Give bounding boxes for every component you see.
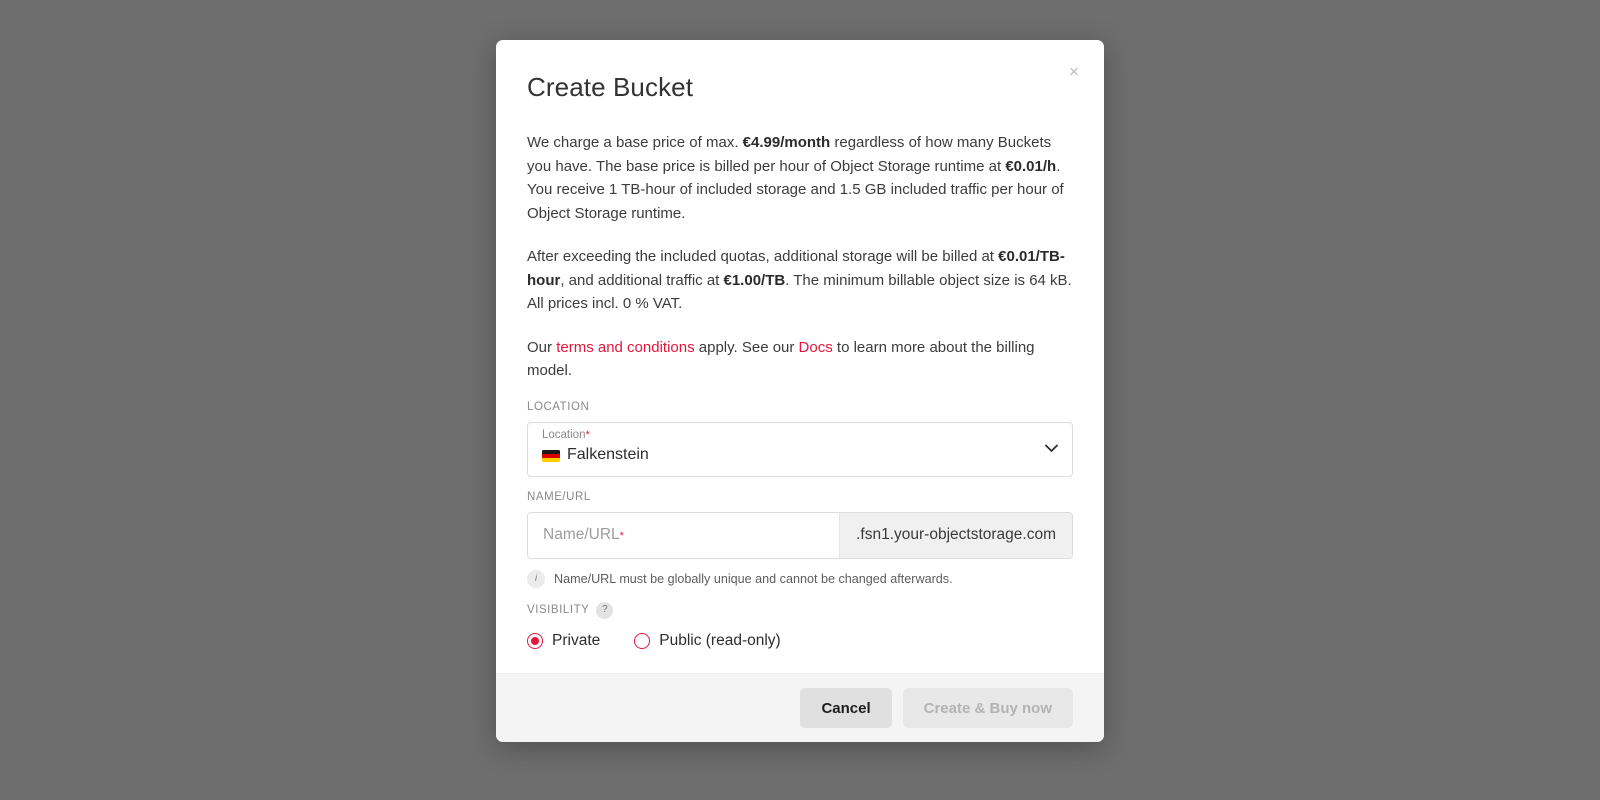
pricing-paragraph-2: After exceeding the included quotas, add… bbox=[527, 245, 1073, 316]
terms-paragraph: Our terms and conditions apply. See our … bbox=[527, 336, 1073, 383]
p1-price-hourly: €0.01/h bbox=[1005, 157, 1057, 175]
location-selected-value-row: Falkenstein bbox=[542, 445, 649, 465]
location-select[interactable]: Location* Falkenstein bbox=[527, 421, 1073, 477]
docs-link[interactable]: Docs bbox=[799, 339, 833, 356]
radio-private-label: Private bbox=[552, 631, 601, 649]
pricing-paragraph-1: We charge a base price of max. €4.99/mon… bbox=[527, 131, 1073, 225]
radio-option-public[interactable]: Public (read-only) bbox=[634, 631, 781, 650]
name-url-input-cell: Name/URL* bbox=[528, 513, 840, 558]
p2-text-1: After exceeding the included quotas, add… bbox=[527, 248, 999, 265]
chevron-down-icon bbox=[1045, 440, 1058, 458]
radio-public-label: Public (read-only) bbox=[659, 631, 781, 649]
close-icon[interactable]: × bbox=[1061, 58, 1087, 84]
location-label-text: LOCATION bbox=[527, 400, 590, 413]
radio-public-mark[interactable] bbox=[634, 632, 651, 649]
p3-text-2: apply. See our bbox=[694, 338, 799, 356]
p1-price-monthly: €4.99/month bbox=[742, 134, 831, 151]
p1-text-1: We charge a base price of max. bbox=[527, 134, 743, 151]
terms-and-conditions-link[interactable]: terms and conditions bbox=[556, 339, 694, 356]
help-icon[interactable]: ? bbox=[596, 601, 614, 619]
location-select-inner: Location* Falkenstein bbox=[542, 428, 649, 466]
name-url-suffix: .fsn1.your-objectstorage.com bbox=[839, 512, 1072, 558]
name-url-input[interactable] bbox=[528, 526, 840, 544]
dialog-title: Create Bucket bbox=[527, 72, 694, 102]
name-url-input-group: Name/URL* .fsn1.your-objectstorage.com bbox=[527, 511, 1073, 559]
dialog-footer: Cancel Create & Buy now bbox=[496, 673, 1104, 742]
location-floating-label-text: Location bbox=[542, 428, 586, 441]
p2-text-2: , and additional traffic at bbox=[560, 271, 724, 289]
visibility-label-text: VISIBILITY bbox=[527, 604, 590, 616]
visibility-section-label: VISIBILITY ? bbox=[527, 601, 1073, 619]
p3-text-1: Our bbox=[527, 338, 557, 356]
name-url-section-label: NAME/URL bbox=[527, 491, 1073, 503]
dialog-body: × Create Bucket We charge a base price o… bbox=[496, 40, 1104, 673]
name-url-label-text: NAME/URL bbox=[527, 490, 591, 503]
create-bucket-dialog: × Create Bucket We charge a base price o… bbox=[496, 40, 1104, 742]
location-floating-label: Location* bbox=[542, 428, 649, 442]
flag-de-icon bbox=[542, 450, 560, 462]
location-section-label: LOCATION bbox=[527, 401, 1073, 413]
visibility-radio-group: Private Public (read-only) bbox=[527, 632, 1073, 650]
p2-price-traffic: €1.00/TB bbox=[723, 271, 786, 289]
name-url-hint: i Name/URL must be globally unique and c… bbox=[527, 569, 1073, 588]
info-icon: i bbox=[527, 569, 545, 588]
cancel-button[interactable]: Cancel bbox=[800, 688, 892, 728]
location-required-marker: * bbox=[585, 428, 590, 441]
radio-option-private[interactable]: Private bbox=[527, 632, 600, 650]
location-selected-value: Falkenstein bbox=[567, 446, 649, 463]
radio-private-mark[interactable] bbox=[527, 632, 543, 649]
create-and-buy-button[interactable]: Create & Buy now bbox=[902, 688, 1073, 728]
name-url-hint-text: Name/URL must be globally unique and can… bbox=[554, 571, 953, 586]
